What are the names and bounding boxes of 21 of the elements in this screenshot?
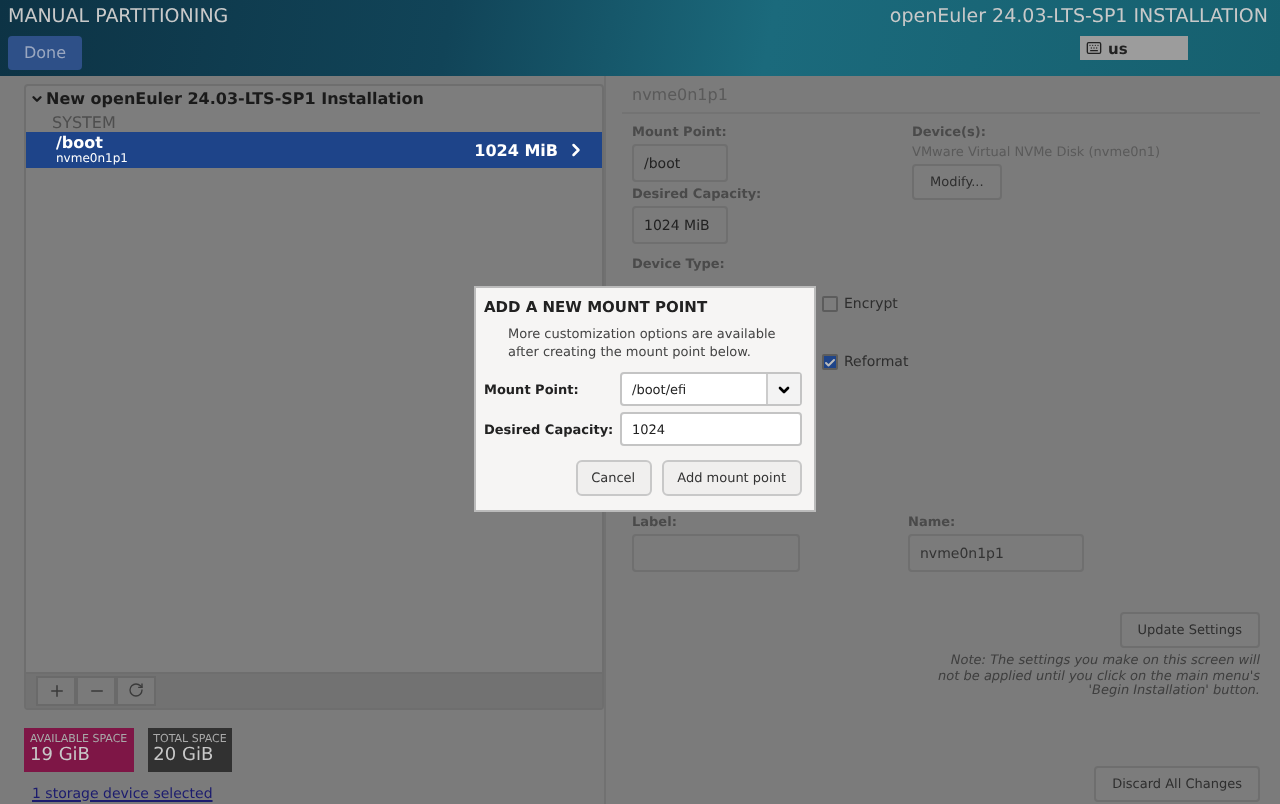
product-title: openEuler 24.03-LTS-SP1 INSTALLATION — [889, 6, 1268, 28]
mount-point: /boot — [56, 134, 105, 152]
chevron-icon — [566, 140, 586, 160]
partition-size: 1024 MiB — [474, 141, 558, 159]
encrypt-checkbox[interactable] — [822, 296, 838, 312]
plus-icon — [47, 681, 65, 699]
done-button[interactable]: Done — [8, 36, 83, 70]
caret-icon — [776, 381, 792, 397]
group-title: New openEuler 24.03-LTS-SP1 Installation — [46, 90, 424, 108]
add-button[interactable] — [36, 675, 76, 705]
refresh-icon — [128, 682, 144, 698]
keyboard-icon — [1086, 40, 1102, 56]
space-value: 20 GiB — [153, 745, 216, 765]
screen-title: MANUAL PARTITIONING — [8, 6, 229, 28]
expander-icon — [30, 92, 44, 106]
reformat-checkbox[interactable] — [822, 354, 838, 370]
installation-group[interactable]: New openEuler 24.03-LTS-SP1 Installation — [26, 90, 602, 108]
refresh-button[interactable] — [116, 675, 156, 705]
space-value: 19 GiB — [30, 745, 92, 765]
remove-button[interactable] — [76, 675, 116, 705]
dropdown-button[interactable] — [766, 374, 800, 404]
